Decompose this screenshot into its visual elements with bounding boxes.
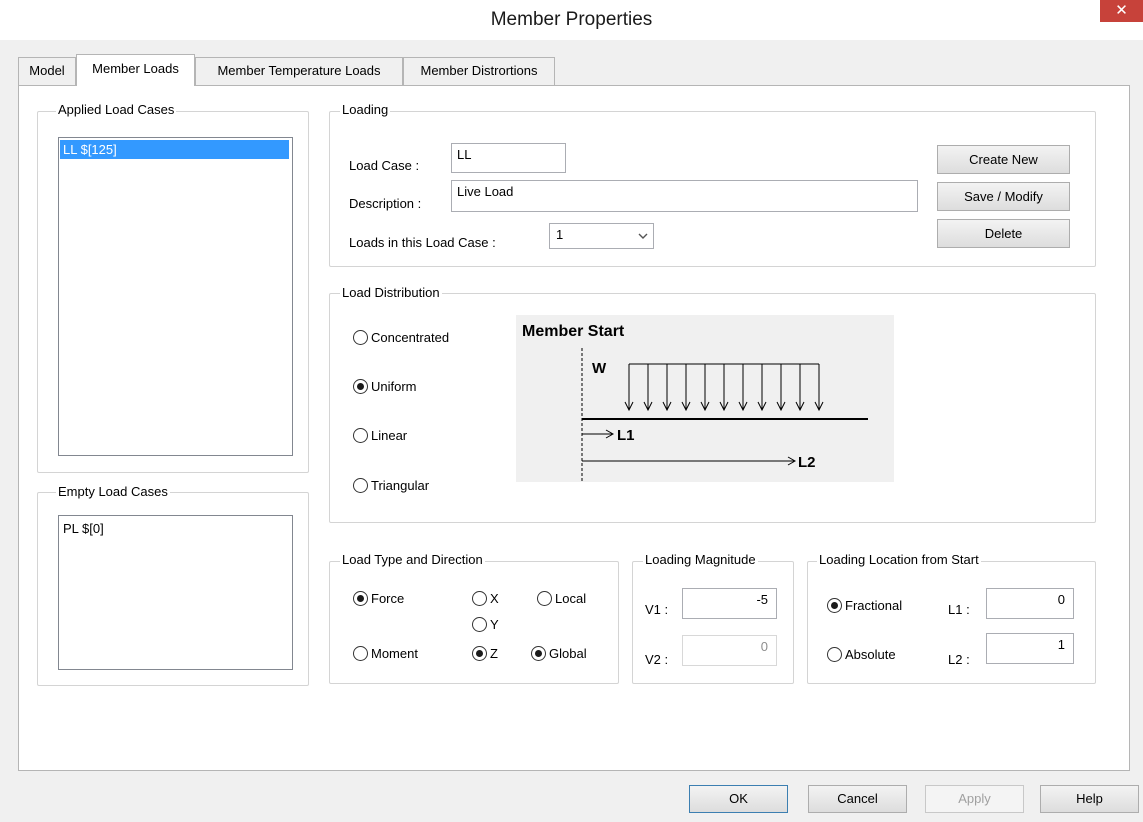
tab-member-temperature-loads[interactable]: Member Temperature Loads bbox=[195, 57, 403, 85]
local-radio[interactable] bbox=[537, 591, 552, 606]
concentrated-label: Concentrated bbox=[371, 330, 450, 345]
absolute-label: Absolute bbox=[845, 647, 896, 662]
applied-load-cases-label: Applied Load Cases bbox=[56, 102, 177, 117]
list-item[interactable]: LL $[125] bbox=[60, 140, 289, 159]
window-title: Member Properties bbox=[490, 9, 653, 30]
local-label: Local bbox=[555, 591, 587, 606]
l2-field-label: L2 : bbox=[948, 652, 970, 667]
tab-label: Model bbox=[29, 63, 65, 78]
w-label: W bbox=[592, 360, 607, 377]
load-distribution-diagram: Member Start W L1 L2 bbox=[516, 315, 894, 482]
v2-label: V2 : bbox=[645, 652, 669, 667]
delete-button[interactable]: Delete bbox=[937, 219, 1070, 248]
uniform-radio[interactable] bbox=[353, 379, 368, 394]
v1-input[interactable]: -5 bbox=[682, 588, 777, 619]
load-distribution-label: Load Distribution bbox=[340, 285, 442, 300]
loads-in-case-label: Loads in this Load Case : bbox=[349, 235, 496, 250]
empty-load-cases-label: Empty Load Cases bbox=[56, 484, 170, 499]
loads-in-case-select[interactable]: 1 bbox=[549, 223, 654, 249]
chevron-down-icon bbox=[638, 233, 648, 239]
absolute-radio[interactable] bbox=[827, 647, 842, 662]
cancel-button[interactable]: Cancel bbox=[808, 785, 907, 813]
triangular-label: Triangular bbox=[371, 478, 430, 493]
l2-input[interactable]: 1 bbox=[986, 633, 1074, 664]
triangular-radio[interactable] bbox=[353, 478, 368, 493]
v2-input: 0 bbox=[682, 635, 777, 666]
loading-magnitude-label: Loading Magnitude bbox=[643, 552, 758, 567]
direction-z-label: Z bbox=[490, 646, 498, 661]
global-label: Global bbox=[549, 646, 587, 661]
l1-input[interactable]: 0 bbox=[986, 588, 1074, 619]
tab-member-loads[interactable]: Member Loads bbox=[76, 54, 195, 86]
fractional-radio[interactable] bbox=[827, 598, 842, 613]
load-type-label: Load Type and Direction bbox=[340, 552, 485, 567]
load-case-label: Load Case : bbox=[349, 158, 420, 173]
help-button[interactable]: Help bbox=[1040, 785, 1139, 813]
global-radio[interactable] bbox=[531, 646, 546, 661]
tab-model[interactable]: Model bbox=[18, 57, 76, 85]
moment-radio[interactable] bbox=[353, 646, 368, 661]
empty-load-cases-list[interactable]: PL $[0] bbox=[58, 515, 293, 670]
force-radio[interactable] bbox=[353, 591, 368, 606]
direction-x-radio[interactable] bbox=[472, 591, 487, 606]
l1-field-label: L1 : bbox=[948, 602, 970, 617]
linear-label: Linear bbox=[371, 428, 408, 443]
apply-button: Apply bbox=[925, 785, 1024, 813]
direction-y-label: Y bbox=[490, 617, 499, 632]
ok-button[interactable]: OK bbox=[689, 785, 788, 813]
diagram-title: Member Start bbox=[522, 323, 625, 340]
tab-member-distortions[interactable]: Member Distrortions bbox=[403, 57, 555, 85]
v1-label: V1 : bbox=[645, 602, 669, 617]
close-button[interactable]: ✕ bbox=[1100, 0, 1143, 22]
list-item[interactable]: PL $[0] bbox=[60, 519, 289, 538]
force-label: Force bbox=[371, 591, 405, 606]
moment-label: Moment bbox=[371, 646, 418, 661]
l2-label: L2 bbox=[798, 454, 816, 471]
save-modify-button[interactable]: Save / Modify bbox=[937, 182, 1070, 211]
loading-location-label: Loading Location from Start bbox=[817, 552, 981, 567]
applied-load-cases-list[interactable]: LL $[125] bbox=[58, 137, 293, 456]
description-input[interactable]: Live Load bbox=[451, 180, 918, 212]
direction-y-radio[interactable] bbox=[472, 617, 487, 632]
create-new-button[interactable]: Create New bbox=[937, 145, 1070, 174]
direction-z-radio[interactable] bbox=[472, 646, 487, 661]
description-label: Description : bbox=[349, 196, 422, 211]
load-case-input[interactable]: LL bbox=[451, 143, 566, 173]
fractional-label: Fractional bbox=[845, 598, 903, 613]
tab-label: Member Temperature Loads bbox=[217, 63, 381, 78]
tab-label: Member Loads bbox=[92, 61, 179, 76]
l1-label: L1 bbox=[617, 427, 635, 444]
tab-label: Member Distrortions bbox=[420, 63, 538, 78]
direction-x-label: X bbox=[490, 591, 499, 606]
concentrated-radio[interactable] bbox=[353, 330, 368, 345]
loading-label: Loading bbox=[340, 102, 391, 117]
loads-in-case-value: 1 bbox=[556, 227, 564, 242]
linear-radio[interactable] bbox=[353, 428, 368, 443]
close-icon: ✕ bbox=[1115, 2, 1128, 19]
uniform-label: Uniform bbox=[371, 379, 417, 394]
